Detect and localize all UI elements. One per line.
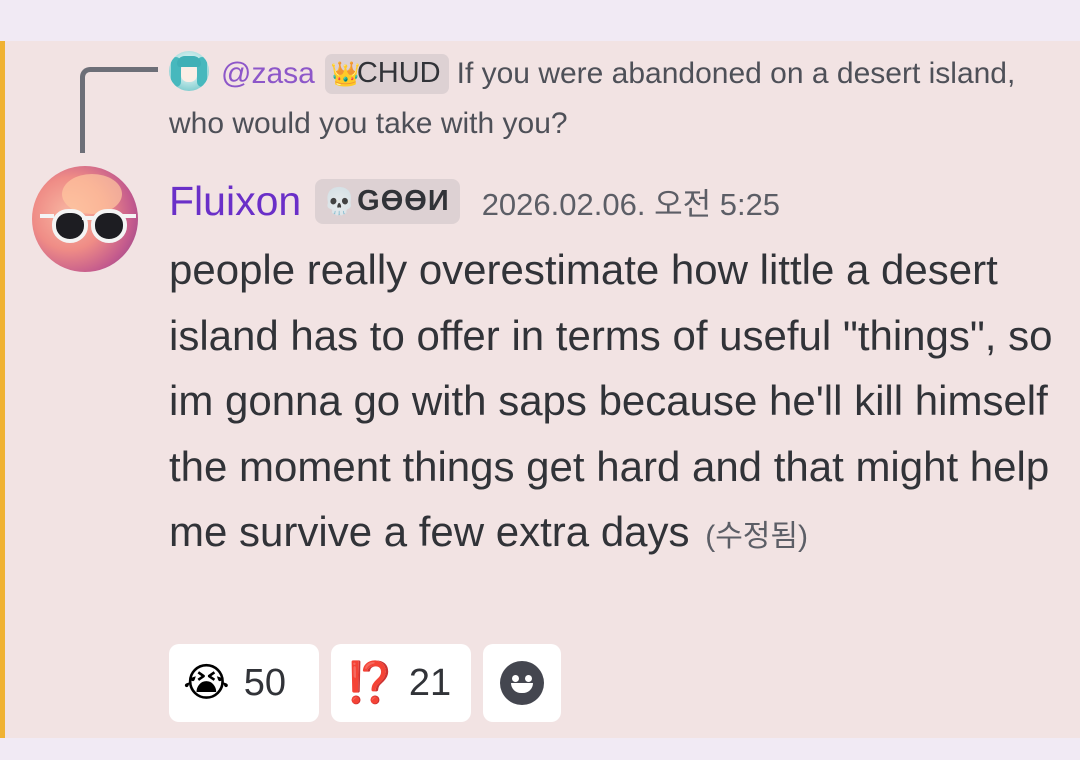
chat-message[interactable]: @zasa 👑CHUD If you were abandoned on a des… [0,41,1080,738]
reaction-loudly-crying[interactable]: 😭 50 [169,644,319,722]
crown-icon: 👑 [330,61,361,88]
message-text: people really overestimate how little a … [169,246,1053,555]
reply-username[interactable]: @zasa [221,57,315,90]
message-header: Fluixon 💀 GϴϴИ 2026.02.06. 오전 5:25 [169,174,780,228]
author-username[interactable]: Fluixon [169,178,301,225]
author-role-name: GϴϴИ [357,184,450,217]
interrobang-icon: ⁉️ [345,661,395,705]
reply-role-name: CHUD [356,57,441,89]
skull-icon: 💀 [323,185,356,216]
reply-preview[interactable]: @zasa 👑CHUD If you were abandoned on a des… [169,49,1039,149]
reaction-count: 50 [243,661,287,704]
loudly-crying-face-icon: 😭 [183,661,230,705]
smiley-face-icon [500,661,544,705]
edited-label: (수정됨) [705,520,808,553]
reactions-bar: 😭 50 ⁉️ 21 [169,644,573,722]
reaction-interrobang[interactable]: ⁉️ 21 [331,644,471,722]
message-timestamp[interactable]: 2026.02.06. 오전 5:25 [482,179,780,224]
reply-role-tag[interactable]: 👑CHUD [324,54,449,94]
author-role-tag[interactable]: 💀 GϴϴИ [315,178,460,224]
reply-connector-line [80,67,158,153]
add-reaction-button[interactable] [483,644,561,722]
mention-highlight-bar [0,41,5,738]
reaction-count: 21 [408,661,452,704]
author-avatar[interactable] [32,166,138,272]
message-content: people really overestimate how little a … [169,237,1059,570]
